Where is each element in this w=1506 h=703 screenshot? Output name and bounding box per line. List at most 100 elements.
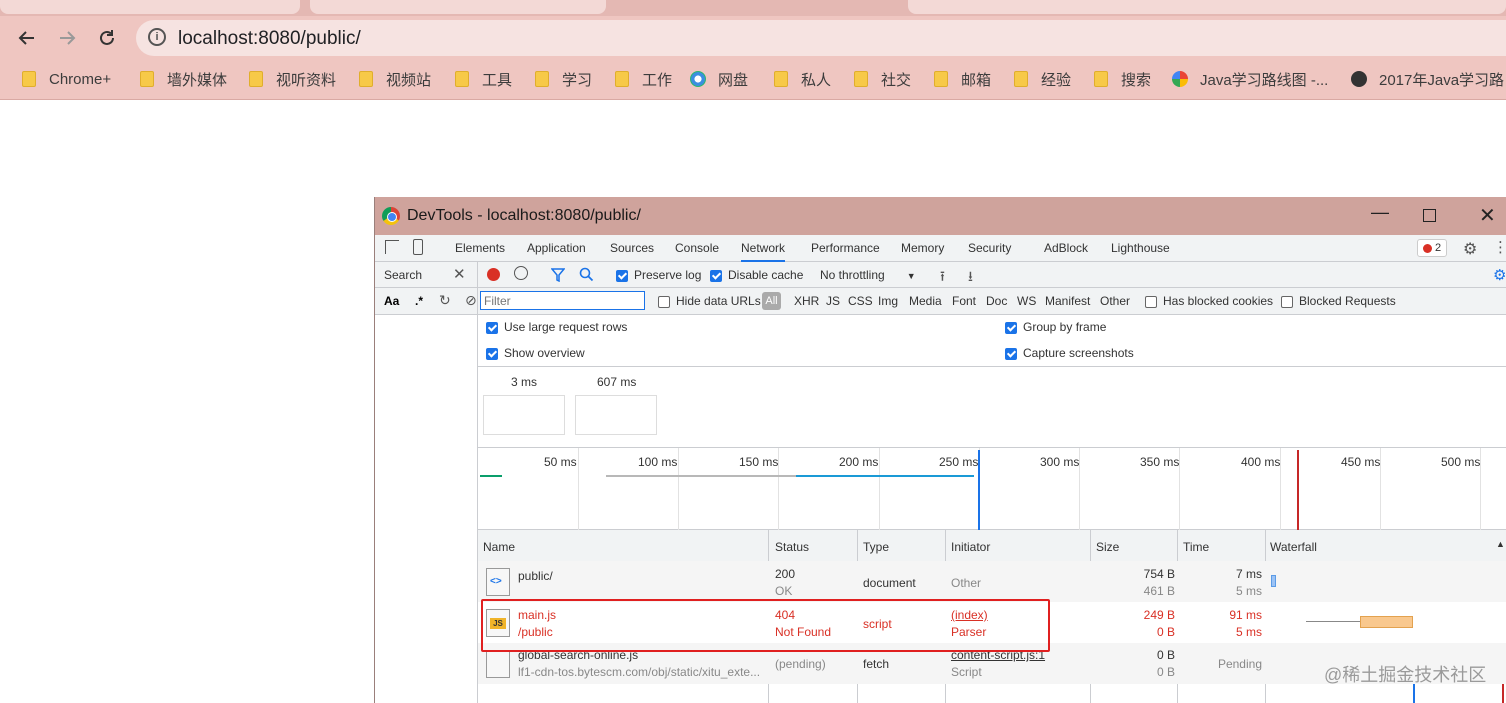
devtools-window: DevTools - localhost:8080/public/ — ✕ El… [374, 197, 1506, 703]
filter-type-manifest[interactable]: Manifest [1045, 294, 1090, 308]
info-icon[interactable]: i [148, 28, 166, 46]
waterfall-stall-line [1306, 621, 1360, 622]
browser-tab[interactable] [0, 0, 300, 14]
bookmark-item[interactable]: Chrome+ [22, 68, 111, 90]
browser-tab[interactable] [310, 0, 606, 14]
blocked-requests-checkbox[interactable]: Blocked Requests [1281, 294, 1396, 308]
bookmark-item[interactable]: 墙外媒体 [140, 68, 227, 90]
filter-bar: Hide data URLs All XHR JS CSS Img Media … [478, 288, 1506, 315]
import-har-icon[interactable]: ⭱ [940, 266, 945, 290]
filter-type-ws[interactable]: WS [1017, 294, 1036, 308]
clear-search-icon[interactable]: ⊘ [465, 292, 477, 309]
folder-icon [774, 71, 788, 87]
capture-screenshots-checkbox[interactable]: Capture screenshots [1005, 346, 1134, 360]
reload-icon [100, 30, 114, 45]
minimize-icon[interactable]: — [1371, 202, 1389, 223]
filter-icon[interactable] [551, 268, 565, 282]
tab-elements[interactable]: Elements [455, 241, 505, 255]
screenshot-thumbnail[interactable] [483, 395, 565, 435]
column-status[interactable]: Status [775, 540, 809, 554]
browser-toolbar: i localhost:8080/public/ [0, 16, 1506, 60]
timeline-tick: 200 ms [839, 455, 879, 469]
bookmark-item[interactable]: 搜索 [1094, 68, 1151, 90]
tab-adblock[interactable]: AdBlock [1044, 241, 1088, 255]
tab-console[interactable]: Console [675, 241, 719, 255]
browser-tab[interactable] [908, 0, 1506, 14]
bookmark-item[interactable]: 2017年Java学习路 [1351, 68, 1504, 90]
column-initiator[interactable]: Initiator [951, 540, 990, 554]
column-time[interactable]: Time [1183, 540, 1209, 554]
disable-cache-checkbox[interactable]: Disable cache [710, 268, 803, 282]
filter-type-xhr[interactable]: XHR [794, 294, 819, 308]
network-settings-pane: Use large request rows Show overview Gro… [478, 315, 1506, 367]
tab-security[interactable]: Security [968, 241, 1011, 255]
filter-type-media[interactable]: Media [909, 294, 942, 308]
gear-icon[interactable]: ⚙ [1463, 239, 1477, 259]
tab-memory[interactable]: Memory [901, 241, 944, 255]
search-tab-label[interactable]: Search [384, 268, 422, 282]
bookmark-item[interactable]: 工具 [455, 68, 512, 90]
record-icon[interactable] [487, 268, 500, 281]
filter-type-js[interactable]: JS [826, 294, 840, 308]
forward-button[interactable] [53, 24, 81, 52]
bookmark-item[interactable]: 社交 [854, 68, 911, 90]
group-by-frame-checkbox[interactable]: Group by frame [1005, 320, 1106, 334]
bookmark-item[interactable]: 私人 [774, 68, 831, 90]
address-bar[interactable]: i localhost:8080/public/ [136, 20, 1506, 56]
chevron-down-icon: ▼ [906, 271, 916, 281]
filter-type-img[interactable]: Img [878, 294, 898, 308]
devtools-tab-bar: Elements Application Sources Console Net… [375, 235, 1506, 262]
close-search-icon[interactable]: ✕ [453, 265, 466, 283]
column-waterfall[interactable]: Waterfall [1270, 540, 1317, 554]
network-settings-gear-icon[interactable]: ⚙ [1493, 266, 1506, 284]
maximize-icon[interactable] [1423, 209, 1436, 222]
hide-data-urls-checkbox[interactable]: Hide data URLs [658, 294, 761, 308]
export-har-icon[interactable]: ⭳ [968, 266, 973, 290]
bookmark-item[interactable]: 邮箱 [934, 68, 991, 90]
filter-type-other[interactable]: Other [1100, 294, 1130, 308]
checkbox-unchecked-icon [1145, 295, 1157, 308]
bookmark-item[interactable]: 视频站 [359, 68, 431, 90]
bookmark-item[interactable]: 网盘 [690, 68, 748, 90]
tab-lighthouse[interactable]: Lighthouse [1111, 241, 1170, 255]
column-size[interactable]: Size [1096, 540, 1119, 554]
tab-performance[interactable]: Performance [811, 241, 880, 255]
filter-type-all[interactable]: All [762, 292, 781, 310]
screenshot-thumbnail[interactable] [575, 395, 657, 435]
timeline-tick: 250 ms [939, 455, 979, 469]
tab-network[interactable]: Network [741, 241, 786, 262]
bookmark-item[interactable]: 经验 [1014, 68, 1071, 90]
preserve-log-checkbox[interactable]: Preserve log [616, 268, 701, 282]
reload-button[interactable] [93, 24, 121, 52]
filter-type-css[interactable]: CSS [848, 294, 873, 308]
show-overview-checkbox[interactable]: Show overview [486, 346, 585, 360]
bookmark-item[interactable]: 学习 [535, 68, 592, 90]
checkbox-checked-icon [710, 269, 722, 282]
clear-icon[interactable] [514, 266, 528, 280]
inspect-icon[interactable] [385, 240, 399, 254]
filter-input[interactable] [480, 291, 645, 310]
bookmark-item[interactable]: Java学习路线图 -... [1172, 68, 1328, 90]
regex-toggle[interactable]: .* [415, 294, 423, 308]
tab-application[interactable]: Application [527, 241, 586, 255]
match-case-toggle[interactable]: Aa [384, 294, 399, 308]
filter-type-doc[interactable]: Doc [986, 294, 1007, 308]
close-icon[interactable]: ✕ [1479, 203, 1496, 228]
overview-timeline[interactable]: 50 ms 100 ms 150 ms 200 ms 250 ms 300 ms… [478, 448, 1506, 530]
error-count-badge[interactable]: 2 [1417, 239, 1447, 257]
column-name[interactable]: Name [483, 540, 515, 554]
throttling-select[interactable]: No throttling ▼ [820, 268, 916, 282]
bookmark-item[interactable]: 视听资料 [249, 68, 336, 90]
table-row[interactable]: <> public/ 200 OK document Other 754 B 4… [478, 561, 1506, 602]
search-icon[interactable] [579, 267, 594, 282]
back-button[interactable] [13, 24, 41, 52]
device-toggle-icon[interactable] [413, 239, 423, 255]
refresh-search-icon[interactable]: ↻ [439, 292, 451, 309]
more-options-icon[interactable]: ⋮ [1493, 238, 1506, 256]
tab-sources[interactable]: Sources [610, 241, 654, 255]
large-rows-checkbox[interactable]: Use large request rows [486, 320, 627, 334]
bookmark-item[interactable]: 工作 [615, 68, 672, 90]
has-blocked-cookies-checkbox[interactable]: Has blocked cookies [1145, 294, 1273, 308]
filter-type-font[interactable]: Font [952, 294, 976, 308]
column-type[interactable]: Type [863, 540, 889, 554]
